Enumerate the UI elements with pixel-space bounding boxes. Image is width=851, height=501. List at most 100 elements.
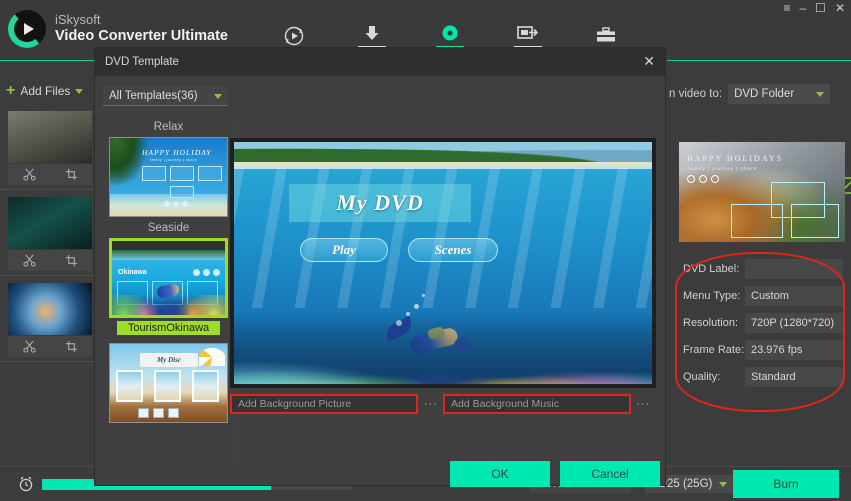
download-icon — [365, 25, 379, 40]
browse-picture-button[interactable]: ··· — [424, 398, 438, 410]
close-icon[interactable]: ✕ — [835, 2, 845, 14]
window-controls: ≡ – ☐ ✕ — [783, 2, 845, 14]
chevron-down-icon — [816, 92, 825, 97]
category-heading: Relax — [153, 121, 184, 133]
resolution-select[interactable]: 720P (1280*720) — [745, 312, 843, 333]
clip-tools — [8, 249, 92, 271]
dialog-body: All Templates(36) Relax HAPPY HOLIDAY fa… — [95, 76, 665, 487]
setting-label: Quality: — [683, 370, 721, 383]
chevron-down-icon — [214, 93, 222, 99]
mydisc-template-title: My Disc — [140, 353, 198, 367]
preview-nav-dots — [687, 175, 719, 183]
background-music-input[interactable]: Add Background Music — [443, 394, 631, 414]
template-filter-value: All Templates(36) — [109, 89, 198, 102]
background-fields-row: Add Background Picture ··· Add Backgroun… — [230, 394, 656, 418]
clip-tools — [8, 163, 92, 185]
divider — [0, 275, 98, 276]
preview-holiday-text: HAPPY HOLIDAYS — [687, 154, 784, 163]
plus-icon: + — [6, 82, 16, 99]
convert-video-to-label: n video to: — [669, 88, 723, 100]
template-preview-thumbnail[interactable]: HAPPY HOLIDAYS family | journey | share — [679, 142, 845, 242]
template-list[interactable]: Relax HAPPY HOLIDAY family | journey | s… — [103, 116, 234, 471]
app-logo-icon — [8, 10, 46, 48]
crop-icon — [65, 254, 77, 267]
okinawa-template-art: Okinawa — [112, 241, 225, 315]
menu-type-select[interactable]: Custom — [745, 285, 843, 306]
setting-label: Frame Rate: — [683, 343, 745, 356]
dvd-title-text[interactable]: My DVD — [289, 184, 471, 222]
product-name: Video Converter Ultimate — [55, 28, 228, 45]
divider — [0, 189, 98, 190]
menu-type-value: Custom — [751, 289, 789, 302]
template-card-relax[interactable]: HAPPY HOLIDAY family | journey | share — [109, 137, 228, 217]
template-card-okinawa[interactable]: Okinawa — [109, 238, 228, 318]
dvd-menu-preview[interactable]: My DVD Play Scenes — [230, 138, 656, 388]
crop-icon — [65, 168, 77, 181]
dvd-template-dialog: DVD Template ✕ All Templates(36) Relax H… — [95, 48, 665, 487]
clip-thumbnail[interactable] — [8, 111, 92, 163]
play-button-preview[interactable]: Play — [300, 238, 388, 262]
menu-icon[interactable]: ≡ — [783, 2, 790, 14]
category-heading: Seaside — [147, 222, 190, 234]
output-format-select[interactable]: DVD Folder — [728, 84, 831, 104]
quality-value: Standard — [751, 370, 796, 383]
setting-label: Resolution: — [683, 316, 739, 329]
preview-scene: My DVD Play Scenes — [234, 142, 652, 384]
okinawa-template-title: Okinawa — [118, 269, 147, 276]
frame-rate-select[interactable]: 23.976 fps — [745, 339, 843, 360]
mydisc-template-art: My Disc — [110, 344, 227, 422]
template-filter-select[interactable]: All Templates(36) — [103, 86, 228, 106]
clip-thumbnail[interactable] — [8, 283, 92, 335]
chevron-down-icon[interactable] — [75, 88, 84, 94]
scissors-icon — [22, 254, 36, 267]
clip-tools — [8, 335, 92, 357]
dialog-actions: OK Cancel — [450, 461, 660, 487]
output-format-row: n video to: DVD Folder — [667, 84, 851, 104]
browse-music-button[interactable]: ··· — [636, 398, 650, 410]
frame-rate-value: 23.976 fps — [751, 343, 803, 356]
dialog-close-icon[interactable]: ✕ — [643, 54, 655, 68]
list-item[interactable] — [8, 111, 92, 185]
setting-row: DVD Label: — [683, 258, 843, 279]
dvd-label-input[interactable] — [745, 258, 843, 279]
output-format-value: DVD Folder — [734, 88, 795, 100]
convert-icon — [284, 26, 304, 46]
list-item[interactable] — [8, 197, 92, 271]
divider — [0, 361, 98, 362]
burn-button[interactable]: Burn — [733, 470, 839, 498]
file-list-panel: + Add Files — [0, 60, 98, 466]
app-window: iSkysoft Video Converter Ultimate ≡ – ☐ … — [0, 0, 851, 501]
ok-button[interactable]: OK — [450, 461, 550, 487]
toolbox-icon — [597, 27, 615, 42]
brand-logo-area: iSkysoft Video Converter Ultimate — [8, 10, 228, 48]
template-card-mydisc[interactable]: My Disc — [109, 343, 228, 423]
alarm-clock-icon — [18, 476, 34, 497]
background-picture-input[interactable]: Add Background Picture — [230, 394, 418, 414]
clip-thumbnail[interactable] — [8, 197, 92, 249]
setting-row: Resolution: 720P (1280*720) — [683, 312, 843, 333]
setting-row: Quality: Standard — [683, 366, 843, 387]
preview-slot — [791, 204, 839, 238]
transfer-icon — [517, 25, 539, 39]
chevron-down-icon — [719, 482, 727, 487]
brand-name: iSkysoft — [55, 12, 101, 28]
minimize-icon[interactable]: – — [799, 2, 806, 14]
relax-template-title: HAPPY HOLIDAY — [142, 148, 212, 157]
maximize-icon[interactable]: ☐ — [815, 2, 826, 14]
dialog-title-bar: DVD Template ✕ — [95, 48, 665, 76]
add-files-button[interactable]: + Add Files — [6, 82, 84, 99]
add-files-label: Add Files — [20, 84, 71, 98]
crop-icon — [65, 340, 77, 353]
scissors-icon — [22, 340, 36, 353]
list-item[interactable] — [8, 283, 92, 357]
setting-label: DVD Label: — [683, 262, 740, 275]
setting-row: Menu Type: Custom — [683, 285, 843, 306]
setting-row: Frame Rate: 23.976 fps — [683, 339, 843, 360]
cancel-button[interactable]: Cancel — [560, 461, 660, 487]
setting-label: Menu Type: — [683, 289, 741, 302]
scenes-button-preview[interactable]: Scenes — [408, 238, 498, 262]
quality-select[interactable]: Standard — [745, 366, 843, 387]
preview-holiday-subtext: family | journey | share — [688, 166, 758, 171]
burn-disc-icon — [442, 25, 458, 40]
relax-template-art: HAPPY HOLIDAY family | journey | share — [110, 138, 227, 216]
